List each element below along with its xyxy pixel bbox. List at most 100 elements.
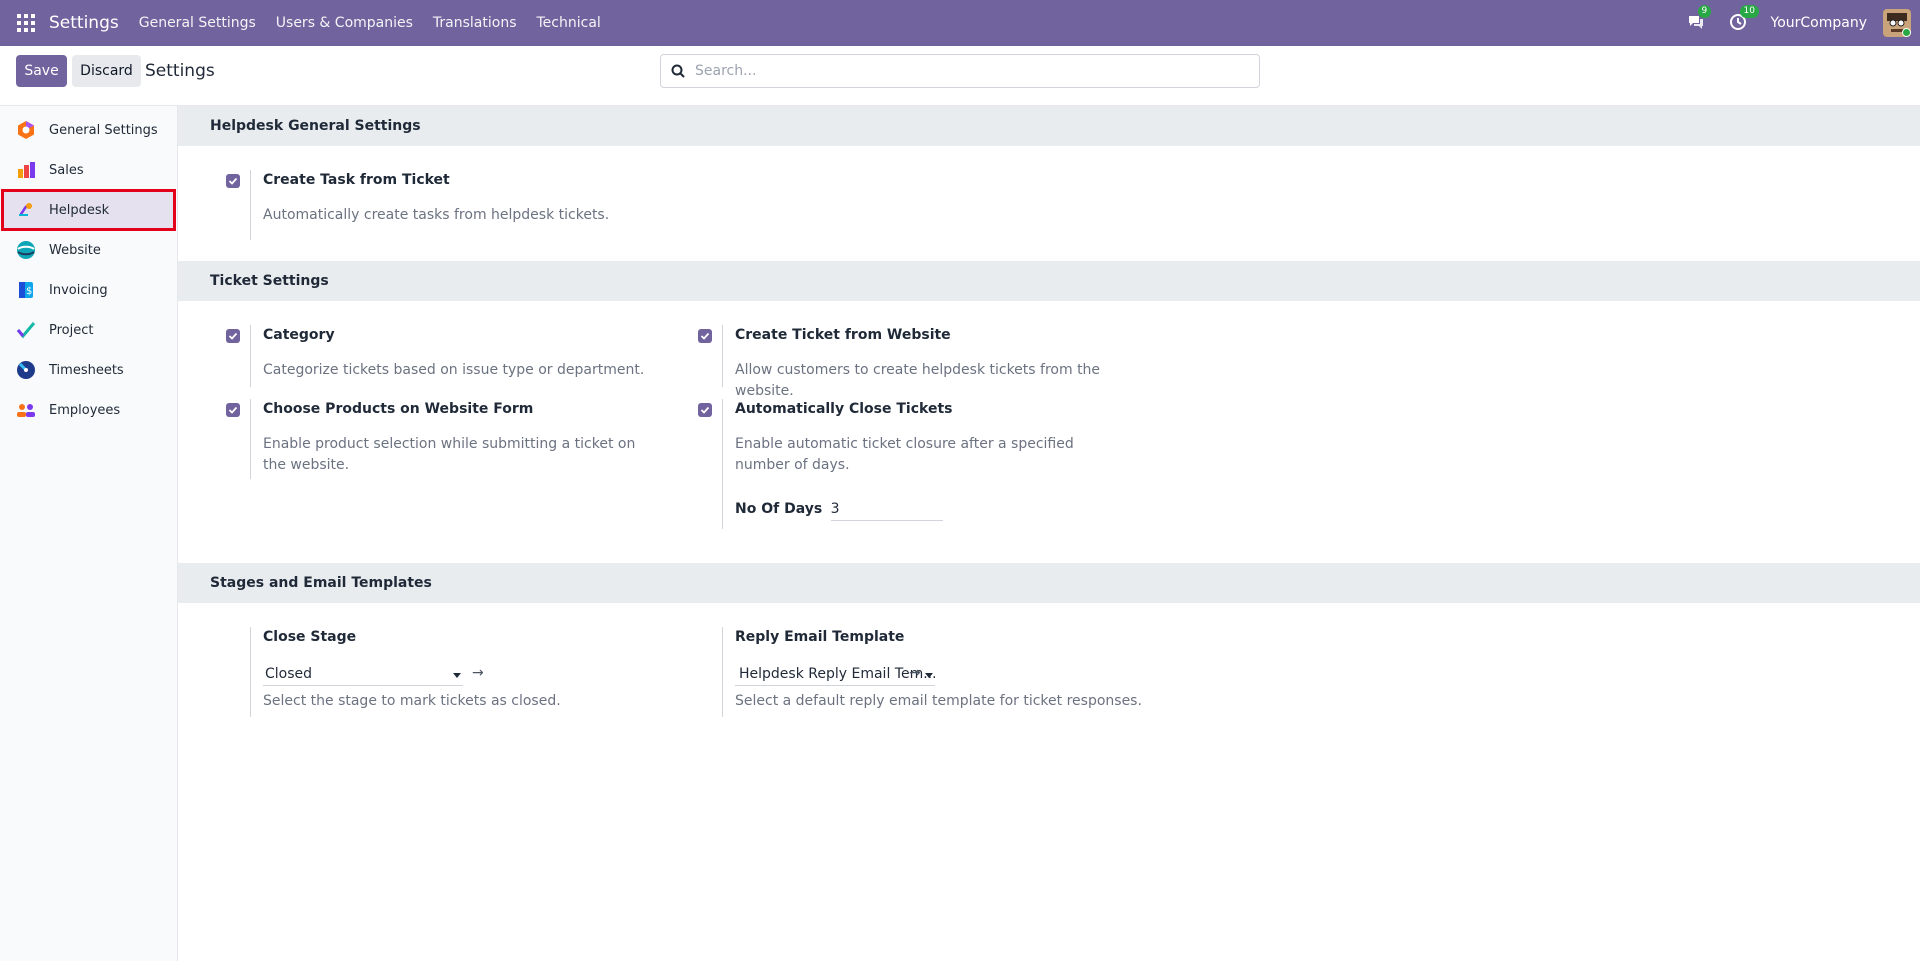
sidebar-item-general-settings[interactable]: General Settings [0,110,177,150]
reply-template-description: Select a default reply email template fo… [735,693,1142,709]
checkmark-icon [700,406,710,414]
website-ticket-checkbox[interactable] [698,329,712,343]
sidebar-item-label: Employees [49,402,121,418]
top-navbar: Settings General Settings Users & Compan… [0,0,1920,46]
open-stage-arrow-icon[interactable]: → [472,665,484,681]
choose-products-checkbox[interactable] [226,403,240,417]
section-general: Create Task from Ticket Automatically cr… [178,146,1920,261]
search-input[interactable] [695,63,1235,79]
apps-menu-icon[interactable] [17,14,35,32]
reply-template-value: Helpdesk Reply Email Tem... [739,666,935,682]
sidebar-item-helpdesk[interactable]: Helpdesk [1,189,176,231]
setting-category: Category Categorize tickets based on iss… [226,325,676,387]
save-button[interactable]: Save [16,55,67,87]
category-checkbox[interactable] [226,329,240,343]
app-brand[interactable]: Settings [49,13,119,33]
company-switcher[interactable]: YourCompany [1771,15,1868,31]
days-field: No Of Days 3 [735,501,943,521]
online-status-dot [1902,28,1911,37]
menu-users-companies[interactable]: Users & Companies [276,15,413,31]
sidebar-item-label: Invoicing [49,282,108,298]
sidebar-item-invoicing[interactable]: $ Invoicing [0,270,177,310]
checkmark-icon [228,177,238,185]
user-avatar[interactable] [1883,9,1911,37]
setting-divider [722,627,723,717]
sidebar-item-label: Helpdesk [49,202,110,218]
sidebar-item-label: Timesheets [49,362,124,378]
close-stage-select[interactable]: Closed [263,666,463,686]
menu-general-settings[interactable]: General Settings [139,15,256,31]
section-stages: Close Stage Closed → Select the stage to… [178,603,1920,803]
messages-count-badge: 9 [1697,5,1712,18]
setting-divider [722,399,723,529]
create-task-description: Automatically create tasks from helpdesk… [263,207,610,223]
svg-text:$: $ [26,286,32,297]
auto-close-checkbox[interactable] [698,403,712,417]
setting-divider [722,325,723,387]
checkmark-icon [228,406,238,414]
section-header-ticket: Ticket Settings [178,261,1920,301]
sidebar-item-label: Website [49,242,101,258]
control-panel: Save Discard Settings [0,46,1920,106]
invoicing-icon: $ [15,279,37,301]
employees-icon [15,399,37,421]
setting-auto-close: Automatically Close Tickets Enable autom… [698,399,1148,529]
checkmark-icon [700,332,710,340]
choose-products-description: Enable product selection while submittin… [263,436,636,473]
search-icon [671,64,685,78]
sidebar-item-sales[interactable]: Sales [0,150,177,190]
setting-reply-template: Reply Email Template Helpdesk Reply Emai… [698,627,1148,717]
project-icon [15,319,37,341]
days-label: No Of Days [735,501,823,517]
section-ticket: Category Categorize tickets based on iss… [178,301,1920,563]
activities-button[interactable]: 10 [1729,5,1759,33]
sales-icon [15,159,37,181]
setting-close-stage: Close Stage Closed → Select the stage to… [226,627,676,717]
sidebar-item-project[interactable]: Project [0,310,177,350]
sidebar-item-employees[interactable]: Employees [0,390,177,430]
sidebar-item-label: Sales [49,162,84,178]
website-ticket-description: Allow customers to create helpdesk ticke… [735,362,1101,399]
general-settings-icon [15,119,37,141]
sidebar-item-label: Project [49,322,94,338]
menu-technical[interactable]: Technical [537,15,601,31]
top-menu: General Settings Users & Companies Trans… [139,15,621,31]
close-stage-label: Close Stage [263,629,357,645]
page-title: Settings [145,61,215,81]
category-description: Categorize tickets based on issue type o… [263,362,645,378]
auto-close-label: Automatically Close Tickets [735,401,953,417]
activities-count-badge: 10 [1739,5,1759,18]
dropdown-caret-icon [925,673,933,678]
dropdown-caret-icon [453,673,461,678]
settings-content: Helpdesk General Settings Create Task fr… [178,106,1920,961]
section-header-general: Helpdesk General Settings [178,106,1920,146]
menu-translations[interactable]: Translations [433,15,517,31]
sidebar-item-timesheets[interactable]: Timesheets [0,350,177,390]
setting-choose-products: Choose Products on Website Form Enable p… [226,399,676,479]
messages-button[interactable]: 9 [1687,5,1712,33]
create-task-checkbox[interactable] [226,174,240,188]
setting-divider [250,399,251,479]
settings-sidebar: General Settings Sales Helpdesk Website … [0,106,178,961]
helpdesk-icon [15,199,37,221]
setting-divider [250,325,251,387]
section-header-stages: Stages and Email Templates [178,563,1920,603]
close-stage-value: Closed [265,666,313,682]
setting-create-task: Create Task from Ticket Automatically cr… [226,170,676,240]
setting-divider [250,627,251,717]
category-label: Category [263,327,335,343]
setting-divider [250,170,251,240]
reply-template-label: Reply Email Template [735,629,905,645]
days-input[interactable]: 3 [830,501,943,521]
website-ticket-label: Create Ticket from Website [735,327,951,343]
discard-button[interactable]: Discard [72,55,141,87]
auto-close-description: Enable automatic ticket closure after a … [735,436,1074,473]
checkmark-icon [228,332,238,340]
search-box[interactable] [660,54,1260,88]
close-stage-description: Select the stage to mark tickets as clos… [263,693,561,709]
create-task-label: Create Task from Ticket [263,172,450,188]
sidebar-item-website[interactable]: Website [0,230,177,270]
website-icon [15,239,37,261]
reply-template-select[interactable]: Helpdesk Reply Email Tem... [735,666,935,686]
open-template-arrow-icon[interactable]: → [909,665,921,681]
